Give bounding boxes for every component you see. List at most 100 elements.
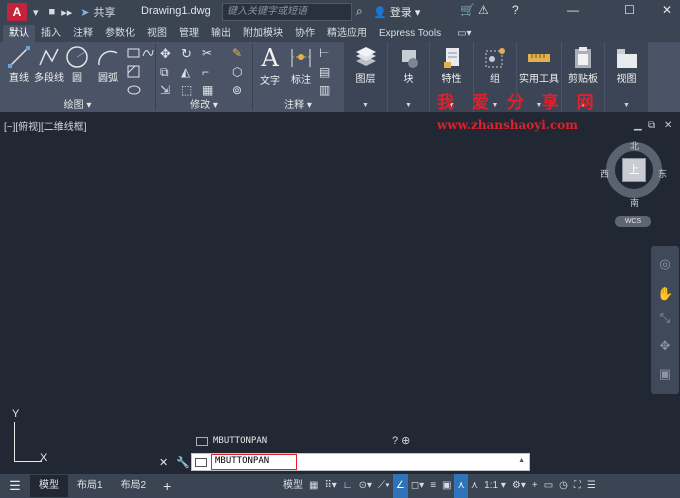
rectangle-icon[interactable] [127,46,141,60]
osnap-icon[interactable]: ◻▾ [408,474,427,498]
sign-in-button[interactable]: 👤 登录 ▾ [373,4,420,20]
command-history-toggle-icon[interactable]: ▲ [518,457,525,464]
mirror-icon[interactable]: ◭ [181,65,195,79]
annotation-scale-button[interactable]: 1:1 ▾ [481,474,509,498]
arc-button[interactable]: 圆弧 [93,45,123,84]
close-button[interactable]: ✕ [662,3,672,17]
hatch-icon[interactable] [127,65,141,79]
leader-icon[interactable]: ⊢ [319,46,333,60]
draw-panel-title[interactable]: 绘图 ▾ [0,96,155,111]
tab-featured-apps[interactable]: 精选应用 [321,25,373,42]
pan-icon[interactable]: ✋ [657,286,673,302]
fillet-icon[interactable]: ⌐ [202,65,216,79]
search-input[interactable]: 键入关键字或短语 [222,3,352,21]
ellipse-icon[interactable] [127,83,141,97]
text-button[interactable]: A 文字 [256,44,284,87]
viewcube-east-label[interactable]: 东 [658,167,667,180]
app-menu-chevron-icon[interactable]: ▾ [33,6,39,19]
grid-icon[interactable]: ▦ [306,474,321,498]
layers-button[interactable]: 图层 [344,46,387,85]
showmotion-icon[interactable]: ▣ [657,366,673,382]
viewcube-south-label[interactable]: 南 [630,196,639,209]
view-expand-icon[interactable]: ▼ [605,102,648,109]
customize-icon[interactable]: 🔧 [176,456,190,469]
hardware-acceleration-icon[interactable]: ◷ [556,474,571,498]
tab-view[interactable]: 视图 [141,25,173,42]
command-help-icon[interactable]: ? ⊕ [392,434,410,447]
wcs-menu-button[interactable]: WCS [615,216,651,227]
utilities-button[interactable]: 实用工具 [517,46,561,85]
block-panel[interactable]: 块 ▼ [388,42,429,112]
save-icon[interactable]: ■ [49,6,56,18]
spline-icon[interactable] [142,46,156,60]
modify-panel-title[interactable]: 修改 ▾ [156,96,252,111]
layers-panel[interactable]: 图层 ▼ [344,42,387,112]
tab-layout1[interactable]: 布局1 [68,475,112,497]
isodraft-icon[interactable]: ⟋▾ [375,474,393,498]
tab-layout2[interactable]: 布局2 [112,475,156,497]
viewport-close-icon[interactable]: ✕ [664,120,672,131]
polar-icon[interactable]: ⊙▾ [356,474,375,498]
more-tools-icon[interactable]: ▸▸ [61,6,72,19]
view-button[interactable]: 视图 [605,46,648,85]
osnap-tracking-icon[interactable]: ∠ [392,474,408,498]
circle-button[interactable]: 圆 [64,45,90,84]
maximize-button[interactable]: ☐ [624,3,635,17]
transparency-icon[interactable]: ▣ [439,474,454,498]
block-button[interactable]: 块 [388,46,429,85]
viewcube-west-label[interactable]: 西 [600,167,609,180]
annotation-panel-title[interactable]: 注释 ▾ [253,96,343,111]
dimension-button[interactable]: 标注 [287,45,315,86]
annotation-autoscale-icon[interactable]: ⋏ [468,474,481,498]
scale-icon[interactable]: ⬚ [181,83,195,97]
snap-icon[interactable]: ⠿▾ [321,474,339,498]
clean-screen-icon[interactable]: ⛶ [571,474,584,498]
tab-addins[interactable]: 附加模块 [237,25,289,42]
move-icon[interactable]: ✥ [160,46,174,61]
steering-wheel-icon[interactable]: ◎ [657,256,673,272]
workspace-icon[interactable]: ⚙▾ [509,474,529,498]
add-layout-icon[interactable]: + [163,478,171,494]
app-logo-button[interactable]: A [7,3,27,21]
lineweight-icon[interactable]: ≡ [427,474,439,498]
copy-icon[interactable]: ⧉ [160,65,174,79]
offset-icon[interactable]: ⊚ [232,83,246,97]
viewport-controls-label[interactable]: [−][俯视][二维线框] [4,118,87,133]
autodesk-app-icon[interactable]: ⚠ [478,3,489,17]
help-icon[interactable]: ? [512,3,519,17]
tab-default[interactable]: 默认 [3,25,35,42]
table-small-icon[interactable]: ▥ [319,83,333,97]
annotation-visibility-icon[interactable]: ⋏ [454,474,468,498]
properties-button[interactable]: 特性 [430,46,473,85]
customization-icon[interactable]: ☰ [584,474,599,498]
block-expand-icon[interactable]: ▼ [388,102,429,109]
erase-icon[interactable]: ✎ [232,46,246,60]
zoom-extents-icon[interactable]: ⤡ [657,310,673,326]
tab-express-tools[interactable]: Express Tools [373,25,447,42]
clipboard-button[interactable]: 剪贴板 [562,46,604,85]
table-icon[interactable]: ▤ [319,65,333,79]
annotation-monitor-icon[interactable]: + [529,474,541,498]
layout-menu-icon[interactable]: ☰ [0,478,30,494]
minimize-button[interactable]: — [567,3,579,17]
isolate-objects-icon[interactable]: ▭ [541,474,556,498]
tab-annotate[interactable]: 注释 [67,25,99,42]
drawing-viewport[interactable]: [−][俯视][二维线框] 我 爱 分 享 网 www.zhanshaoyi.c… [0,93,680,474]
stretch-icon[interactable]: ⇲ [160,83,174,97]
tab-parametric[interactable]: 参数化 [99,25,141,42]
tab-output[interactable]: 输出 [205,25,237,42]
tab-collaborate[interactable]: 协作 [289,25,321,42]
tab-insert[interactable]: 插入 [35,25,67,42]
search-icon[interactable]: ⌕ [356,4,363,19]
ortho-icon[interactable]: ∟ [340,474,356,498]
command-line[interactable]: MBUTTONPAN ▲ [191,453,530,471]
model-space-button[interactable]: 模型 [280,474,306,498]
viewport-minimize-icon[interactable]: ▁ [634,120,642,131]
group-button[interactable]: 组 [474,46,516,85]
command-input[interactable]: MBUTTONPAN [211,454,297,470]
explode-icon[interactable]: ⬡ [232,65,246,79]
rotate-icon[interactable]: ↻ [181,46,195,61]
polyline-button[interactable]: 多段线 [34,45,64,84]
tab-model[interactable]: 模型 [30,475,68,497]
ribbon-toggle-icon[interactable]: ▭▾ [451,25,477,42]
